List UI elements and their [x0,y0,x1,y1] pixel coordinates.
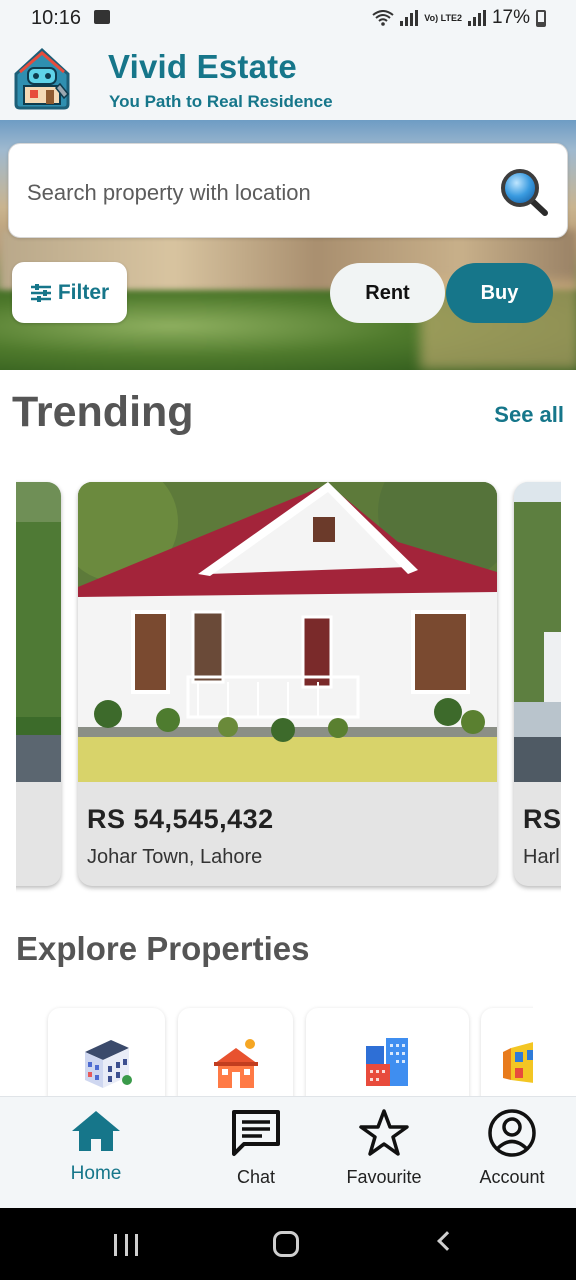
back-button[interactable] [437,1231,457,1251]
nav-chat-label: Chat [236,1167,276,1187]
home-button[interactable] [273,1231,299,1257]
nav-home[interactable]: Home [36,1107,156,1203]
shop-icon [503,1042,533,1083]
nav-account-label: Account [479,1167,545,1187]
app-subtitle: You Path to Real Residence [109,92,333,111]
property-price: RS 54,545,432 [87,804,274,834]
buy-toggle-button[interactable]: Buy [446,263,553,323]
hero-banner: Search property with location Filter Ren… [0,120,576,370]
chat-icon [232,1110,280,1156]
app-title: Vivid Estate [108,48,297,85]
star-icon [359,1109,409,1156]
category-tile-shop[interactable] [481,1008,533,1100]
trending-carousel[interactable]: RS 54,545,432 Johar Town, Lahore RS Harl [16,470,561,900]
property-image [78,482,497,782]
trending-heading: Trending [12,388,194,436]
app-logo [14,47,70,110]
category-tile-commercial[interactable] [306,1008,469,1100]
gallery-notification-icon [94,10,110,24]
property-image [514,482,561,782]
property-location: Harl [523,846,560,868]
explore-heading: Explore Properties [16,930,310,967]
nav-chat[interactable]: Chat [196,1107,316,1203]
recent-apps-button[interactable] [114,1234,138,1256]
search-input[interactable]: Search property with location [8,143,568,238]
signal-icon-2 [467,10,486,26]
status-bar: 10:16 Vo) LTE2 17% [0,0,576,36]
rent-toggle-button[interactable]: Rent [330,263,445,323]
see-all-link[interactable]: See all [494,402,564,428]
office-buildings-icon [365,1038,408,1086]
category-tile-house[interactable] [178,1008,293,1100]
property-price: RS [523,804,561,834]
signal-icon [400,10,419,26]
status-indicators: Vo) LTE2 17% [372,7,546,29]
filter-label: Filter [57,280,110,304]
property-card[interactable] [16,482,61,886]
property-image [16,482,61,782]
battery-percent: 17% [491,7,530,28]
system-navigation-bar [0,1208,576,1280]
search-placeholder: Search property with location [27,180,311,205]
wifi-icon [372,10,394,26]
property-location: Johar Town, Lahore [87,846,263,868]
nav-account[interactable]: Account [452,1107,572,1203]
account-icon [488,1109,536,1157]
nav-home-label: Home [70,1163,122,1184]
app-screen: 10:16 Vo) LTE2 17% Vivid Estate You Path… [0,0,576,1280]
status-time: 10:16 [31,7,82,29]
nav-favourite-label: Favourite [346,1167,422,1187]
bottom-navigation: Home Chat Favourite Account [0,1096,576,1208]
app-header: Vivid Estate You Path to Real Residence [0,36,576,120]
apartment-building-icon [84,1040,132,1088]
nav-favourite[interactable]: Favourite [324,1107,444,1203]
volte-indicator: Vo) LTE2 [424,12,462,23]
filter-sliders-icon [30,283,51,302]
battery-icon [536,9,546,27]
category-tile-apartment[interactable] [48,1008,165,1100]
filter-button[interactable]: Filter [12,262,127,323]
search-icon[interactable] [499,168,551,218]
home-icon [72,1111,120,1151]
explore-categories[interactable] [0,1000,533,1100]
property-card[interactable]: RS 54,545,432 Johar Town, Lahore [78,482,497,886]
property-card[interactable]: RS Harl [514,482,561,886]
house-icon [213,1039,258,1088]
